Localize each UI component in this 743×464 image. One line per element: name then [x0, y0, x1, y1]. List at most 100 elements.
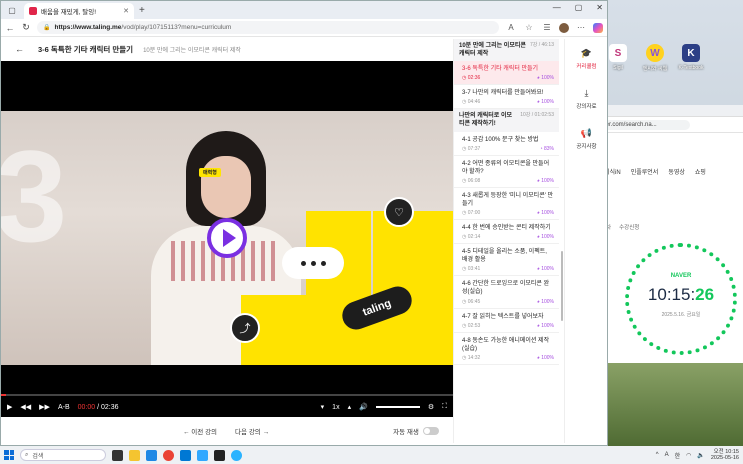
settings-gear-icon[interactable]: ⚙	[428, 403, 434, 411]
rail-notices[interactable]: 📢 공지사항	[565, 119, 607, 159]
volume-icon[interactable]: 🔊	[359, 403, 368, 411]
lesson-item[interactable]: 4-5 디테일을 올리는 소품, 이펙트, 배경 활용 ◷ 03:41 ◕ 100…	[454, 244, 559, 277]
back-icon[interactable]: ←	[5, 23, 15, 33]
desktop-icon-label: K-Textbook	[678, 65, 704, 71]
close-tab-icon[interactable]: ✕	[123, 7, 129, 15]
yellow-block	[373, 211, 453, 301]
minimize-icon[interactable]: —	[553, 3, 561, 12]
progress-bar[interactable]	[1, 394, 453, 396]
profile-avatar[interactable]	[559, 22, 569, 33]
speed-down-icon[interactable]: ▾	[321, 403, 325, 411]
naver-tab-shopping[interactable]: 쇼핑	[695, 167, 706, 176]
naver-tab-video[interactable]: 동영상	[668, 167, 685, 176]
clock-date-text: 2025-05-16	[710, 455, 739, 461]
lesson-item[interactable]: 4-1 공감 100% 문구 찾는 방법 ◷ 07:37 ◔ 83%	[454, 132, 559, 156]
play-control-icon[interactable]: ▶	[7, 403, 12, 411]
autoplay-control[interactable]: 자동 재생	[393, 426, 439, 436]
play-icon[interactable]	[207, 218, 247, 258]
ab-repeat-button[interactable]: A-B	[58, 404, 70, 411]
lesson-item[interactable]: 3-7 나만의 캐릭터를 만들어봐요! ◷ 04:46 ◕ 100%	[454, 85, 559, 110]
section-header[interactable]: 10분 만에 그리는 이모티콘 캐릭터 제작 7강 / 46:13	[454, 39, 559, 62]
clock-hm: 10:15:	[647, 285, 696, 304]
next-lecture-button[interactable]: 다음 강의 →	[235, 426, 269, 436]
lesson-progress: ◕ 100%	[536, 177, 554, 184]
curriculum-scrollbar[interactable]	[561, 251, 563, 321]
more-icon[interactable]: ⋯	[575, 23, 587, 32]
lesson-duration: ◷ 02:53	[462, 322, 481, 329]
autoplay-label: 자동 재생	[393, 429, 419, 436]
app-icon[interactable]	[214, 449, 225, 461]
browser-window: ▢ 배움을 재밌게, 탈잉! ✕ + — ▢ ✕ ← ↻ 🔒 https://w…	[0, 0, 608, 446]
duration: 02:36	[101, 403, 119, 411]
search-placeholder: 검색	[32, 453, 44, 460]
prev-lecture-button[interactable]: ← 이전 강의	[183, 426, 217, 436]
edge-icon[interactable]	[146, 449, 157, 461]
wifi-icon[interactable]: ◠	[686, 452, 691, 459]
rewind-icon[interactable]: ◀◀	[20, 403, 31, 411]
close-window-icon[interactable]: ✕	[596, 3, 603, 12]
chrome-icon[interactable]	[163, 449, 174, 461]
lesson-item[interactable]: 4-3 새롭게 등장한 '미니 이모티콘' 만들기 ◷ 07:00 ◕ 100%	[454, 188, 559, 221]
naver-subtab[interactable]: 수강신청	[619, 223, 639, 231]
section-header[interactable]: 나만의 캐릭터로 이모티콘 제작하기! 10강 / 01:02:53	[454, 109, 559, 132]
new-tab-icon[interactable]: +	[139, 5, 145, 16]
video-tag: 매력형	[199, 168, 221, 177]
volume-slider[interactable]	[375, 406, 420, 408]
tab-actions-icon[interactable]: ▢	[4, 3, 20, 17]
video-player[interactable]: 3 매력형 ♡ ⤴ taling ▶ ◀◀ ▶▶ A-B 00:00 / 02:…	[1, 61, 453, 417]
lesson-duration: ◷ 02:36	[462, 75, 481, 82]
system-tray: ^ A 한 ◠ 🔈 오전 10:15 2025-05-16	[656, 449, 739, 461]
copilot-icon[interactable]	[593, 22, 603, 33]
lesson-item[interactable]: 3-6 독특한 기타 캐릭터 만들기 ◷ 02:36 ◕ 100%	[454, 61, 559, 86]
speed-up-icon[interactable]: ▴	[348, 403, 352, 411]
volume-tray-icon[interactable]: 🔈	[697, 452, 704, 459]
maximize-icon[interactable]: ▢	[575, 3, 583, 12]
curriculum-panel: 10분 만에 그리는 이모티콘 캐릭터 제작 7강 / 46:13 3-6 독특…	[453, 39, 559, 443]
store-icon[interactable]	[180, 449, 191, 461]
taskbar-clock[interactable]: 오전 10:15 2025-05-16	[711, 449, 739, 461]
taskbar-search[interactable]: ⌕ 검색	[20, 449, 106, 461]
favorites-icon[interactable]: ☰	[541, 23, 553, 32]
windows-start-icon[interactable]	[4, 450, 14, 460]
chevron-up-icon[interactable]: ^	[656, 452, 659, 458]
forward-icon[interactable]: ▶▶	[39, 403, 50, 411]
lesson-duration: ◷ 04:46	[462, 99, 481, 106]
lesson-item[interactable]: 4-8 동손도 가능한 애니메이션 제작(실습) ◷ 14:32 ◕ 100%	[454, 333, 559, 365]
naver-address-bar[interactable]: naver.com/search.na...	[586, 117, 743, 133]
lesson-item[interactable]: 4-7 잘 읽히는 텍스트를 넣어보자 ◷ 02:53 ◕ 100%	[454, 309, 559, 333]
refresh-icon[interactable]: ↻	[21, 22, 31, 33]
lesson-title: 4-3 새롭게 등장한 '미니 이모티콘' 만들기	[462, 192, 554, 207]
address-bar[interactable]: 🔒 https://www.taling.me/vod/play/1071511…	[37, 21, 499, 34]
lesson-item[interactable]: 4-4 한 번에 승인받는 콘티 제작하기 ◷ 02:14 ◕ 100%	[454, 220, 559, 245]
fullscreen-icon[interactable]: ⛶	[442, 403, 447, 411]
autoplay-toggle[interactable]	[422, 427, 439, 435]
language-indicator[interactable]: 한	[675, 451, 681, 460]
edge-active-icon[interactable]	[231, 449, 242, 461]
url-host: https://www.taling.me	[54, 24, 122, 31]
desktop-icon-ktextbook[interactable]: K K-Textbook	[676, 44, 706, 71]
rail-curriculum[interactable]: 🎓 커리큘럼	[565, 39, 607, 79]
browser-tab[interactable]: 배움을 재밌게, 탈잉! ✕	[24, 3, 134, 19]
section-title: 나만의 캐릭터로 이모티콘 제작하기!	[459, 113, 513, 128]
ime-indicator[interactable]: A	[665, 452, 669, 458]
favorite-star-icon[interactable]: ☆	[523, 23, 535, 32]
file-explorer-icon[interactable]	[129, 449, 140, 461]
playback-speed[interactable]: 1x	[332, 404, 339, 411]
naver-logo: NAVER	[670, 273, 692, 279]
task-view-icon[interactable]	[112, 449, 123, 461]
rail-materials[interactable]: ⤓ 강의자료	[565, 79, 607, 119]
lock-icon[interactable]: 🔒	[43, 24, 50, 31]
ncweb-icon: W	[646, 44, 664, 62]
back-arrow-icon[interactable]: ←	[15, 44, 24, 54]
read-aloud-icon[interactable]: A	[505, 23, 517, 32]
lesson-item[interactable]: 4-2 어떤 종류의 이모티콘을 만들어야 할까? ◷ 06:08 ◕ 100%	[454, 156, 559, 188]
taling-favicon-icon	[29, 7, 37, 15]
window-controls: — ▢ ✕	[553, 3, 603, 12]
lesson-item[interactable]: 4-6 간단한 드로잉으로 이모티콘 완성(실습) ◷ 06:45 ◕ 100%	[454, 276, 559, 309]
desktop-icon-ncweb[interactable]: W 엔씨와 씨웹	[640, 44, 670, 72]
naver-tab-influencer[interactable]: 인플루언서	[631, 167, 659, 176]
lesson-duration: ◷ 07:37	[462, 145, 481, 152]
photoshop-icon[interactable]	[197, 449, 208, 461]
lesson-duration: ◷ 07:00	[462, 210, 481, 217]
naver-tab-strip	[586, 105, 743, 117]
